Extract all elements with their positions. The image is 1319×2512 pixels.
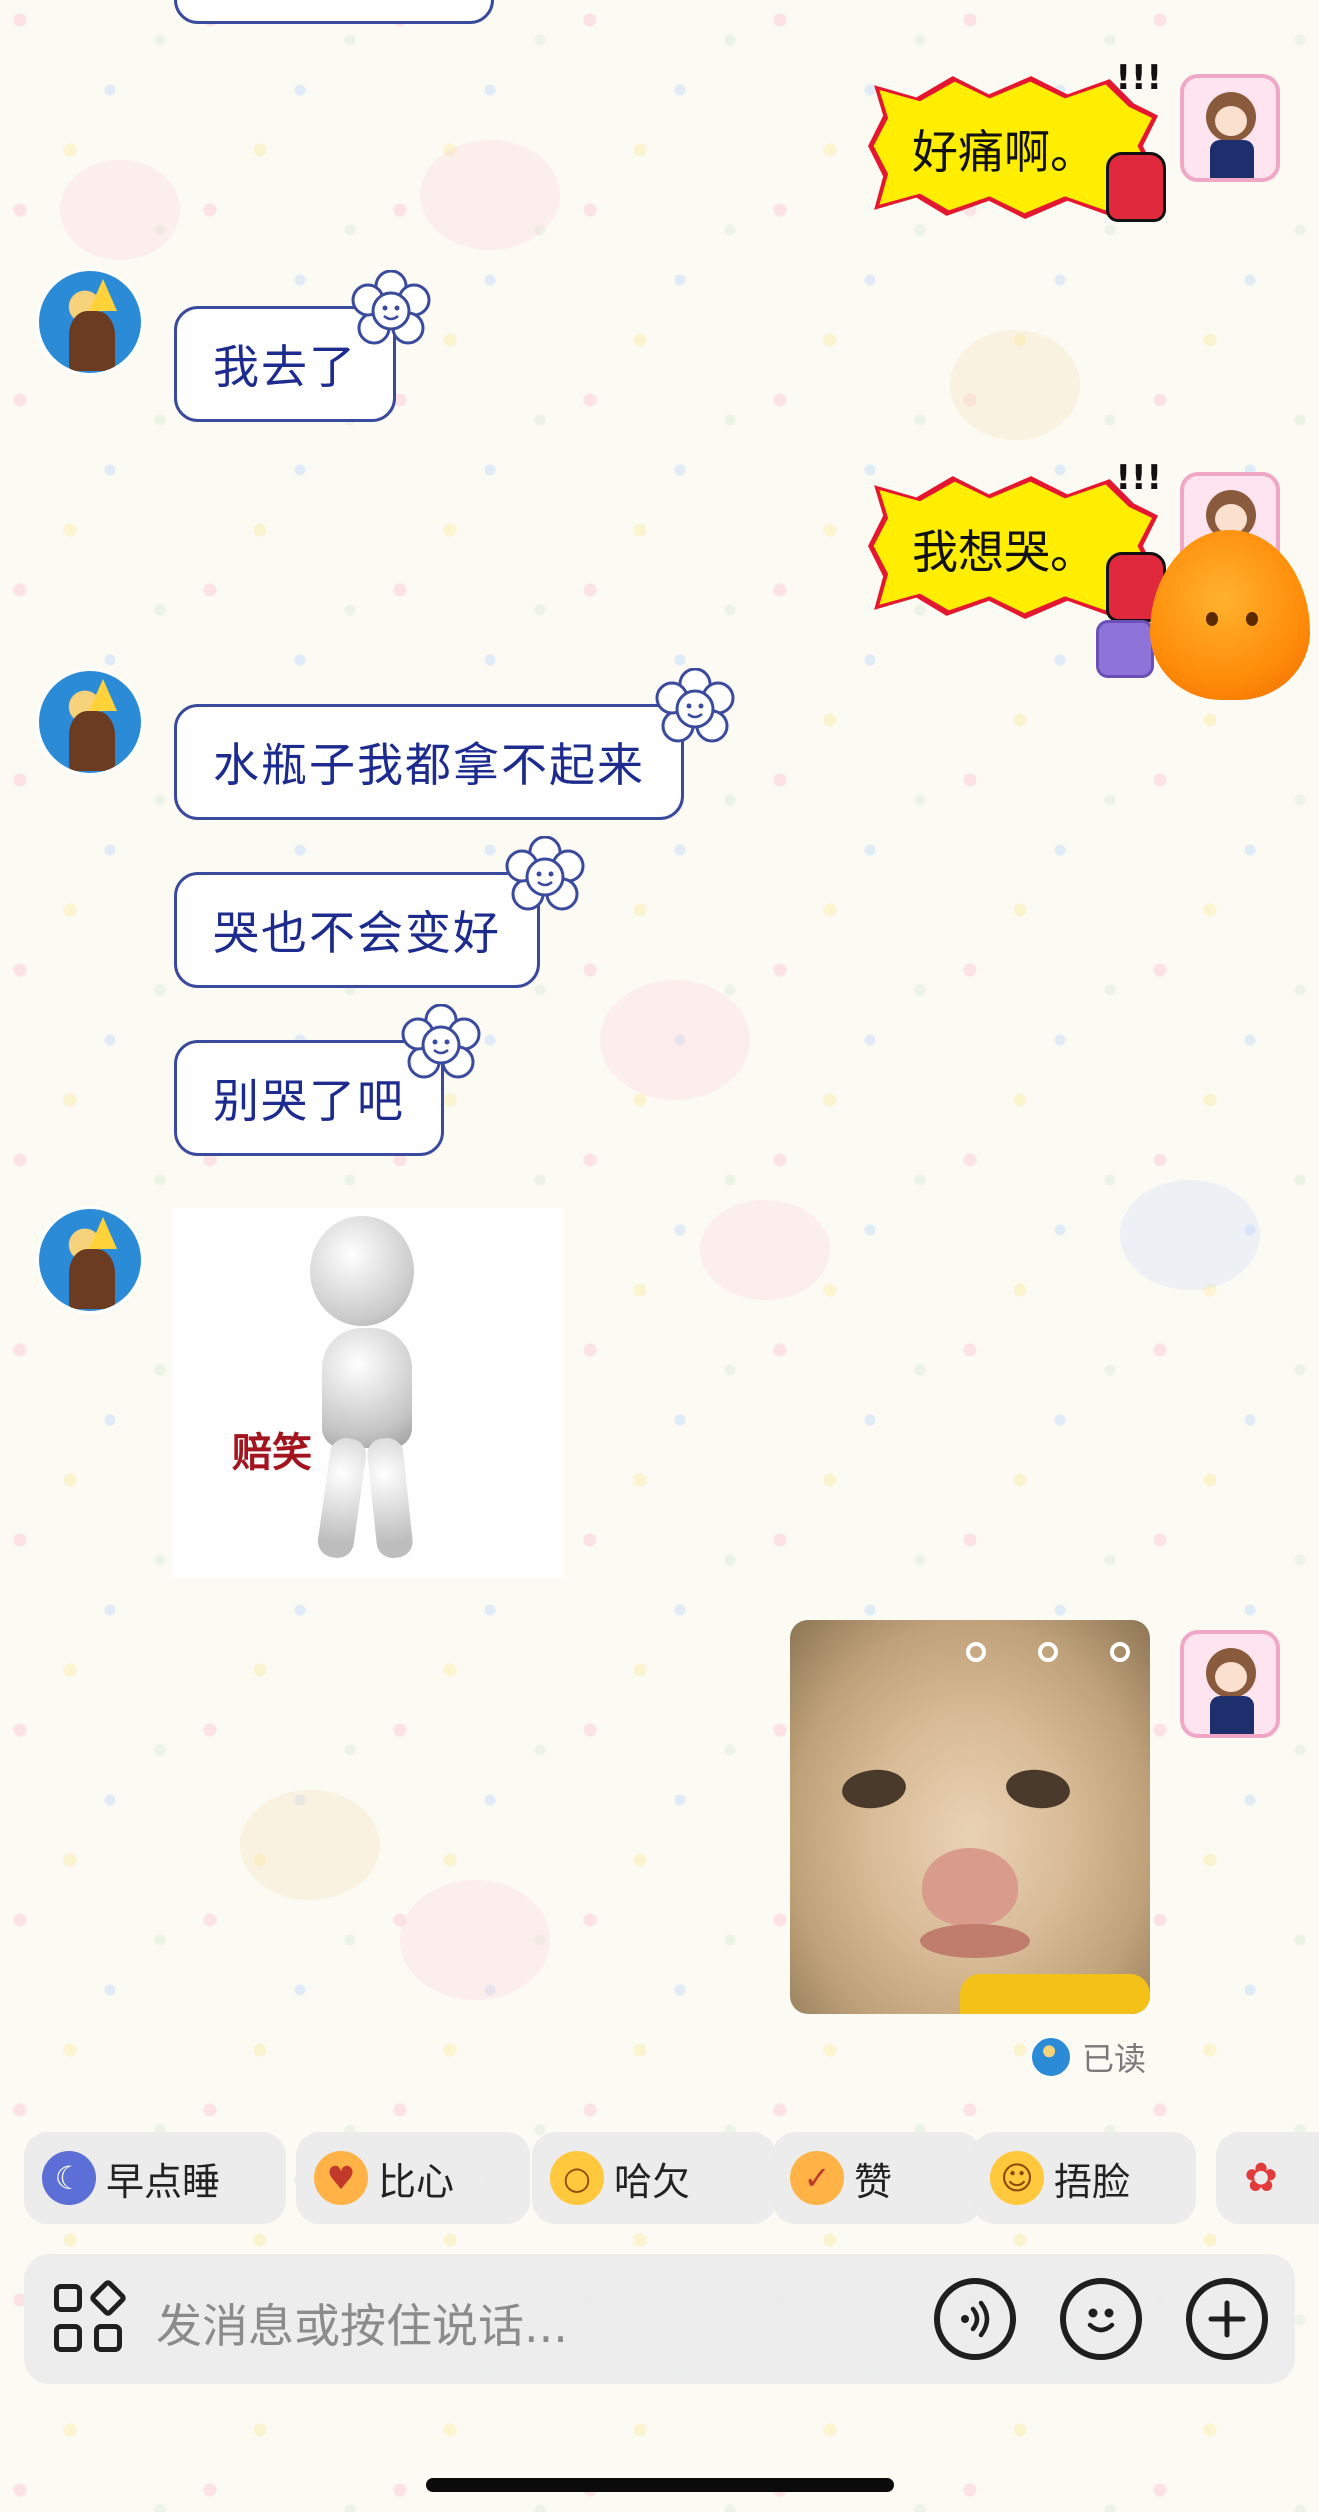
purple-cube-icon bbox=[1096, 620, 1154, 678]
background-pattern bbox=[60, 160, 180, 260]
smiley-flower-icon bbox=[351, 270, 431, 345]
home-indicator[interactable] bbox=[426, 2478, 894, 2492]
previous-bubble bbox=[174, 0, 494, 24]
smile-figure-sticker[interactable]: 赔笑 bbox=[172, 1208, 564, 1578]
quick-reply-chip[interactable]: ☾ 早点睡 bbox=[24, 2132, 286, 2224]
read-status-text: 已读 bbox=[1082, 2040, 1147, 2078]
quick-reply-chip[interactable]: ✓ 赞 bbox=[772, 2132, 982, 2224]
message-text: 哭也不会变好 bbox=[213, 906, 501, 960]
smiley-flower-icon bbox=[655, 668, 735, 743]
background-pattern bbox=[400, 1880, 550, 2000]
background-pattern bbox=[600, 980, 750, 1100]
heart-hands-emoji-icon: ♥ bbox=[314, 2151, 368, 2205]
message-text: 我想哭。 bbox=[912, 525, 1096, 579]
exclamation-icon: !!! bbox=[1115, 458, 1162, 498]
quick-reply-chip[interactable]: ○ 哈欠 bbox=[532, 2132, 776, 2224]
thumbs-up-icon bbox=[1106, 152, 1166, 222]
voice-wave-icon bbox=[961, 2300, 990, 2338]
read-receipt: 已读 bbox=[1030, 2034, 1146, 2080]
smiley-flower-icon bbox=[505, 836, 585, 911]
more-options-icon[interactable] bbox=[966, 1642, 1130, 1662]
background-pattern bbox=[240, 1790, 380, 1900]
facepalm-emoji-icon: ☺ bbox=[990, 2151, 1044, 2205]
message-input-bar: 发消息或按住说话... bbox=[24, 2254, 1295, 2384]
my-avatar[interactable] bbox=[1180, 74, 1280, 182]
message-bubble-received[interactable]: 哭也不会变好 bbox=[174, 872, 540, 988]
sticker-caption: 赔笑 bbox=[232, 1430, 312, 1476]
message-text: 好痛啊。 bbox=[912, 125, 1096, 179]
exclamation-icon: !!! bbox=[1115, 58, 1162, 98]
contact-avatar[interactable] bbox=[36, 1206, 144, 1314]
voice-button[interactable] bbox=[934, 2278, 1016, 2360]
smiley-flower-icon bbox=[401, 1004, 481, 1079]
quick-reply-bar: ☾ 早点睡 ♥ 比心 ○ 哈欠 ✓ 赞 ☺ 捂脸 ✿ bbox=[24, 2132, 1319, 2224]
background-pattern bbox=[1120, 1180, 1260, 1290]
background-pattern bbox=[950, 330, 1080, 440]
message-bubble-received[interactable]: 水瓶子我都拿不起来 bbox=[174, 704, 684, 820]
contact-avatar[interactable] bbox=[36, 268, 144, 376]
emoji-button[interactable] bbox=[1060, 2278, 1142, 2360]
thumbs-up-emoji-icon: ✓ bbox=[790, 2151, 844, 2205]
message-text: 别哭了吧 bbox=[213, 1074, 405, 1128]
quick-reply-chip[interactable]: ☺ 捂脸 bbox=[972, 2132, 1196, 2224]
background-pattern bbox=[420, 140, 560, 250]
read-avatar-icon bbox=[1030, 2036, 1072, 2078]
message-text: 我去了 bbox=[213, 340, 357, 394]
plus-icon bbox=[1208, 2300, 1246, 2338]
floating-mascot[interactable] bbox=[1096, 520, 1314, 710]
message-text: 水瓶子我都拿不起来 bbox=[213, 738, 645, 792]
moon-emoji-icon: ☾ bbox=[42, 2151, 96, 2205]
contact-avatar[interactable] bbox=[36, 668, 144, 776]
message-bubble-sent[interactable]: 好痛啊。 !!! bbox=[862, 58, 1166, 222]
quick-reply-chip[interactable]: ♥ 比心 bbox=[296, 2132, 530, 2224]
cat-photo-sticker[interactable] bbox=[790, 1620, 1150, 2014]
smiley-face-icon bbox=[1087, 2308, 1115, 2333]
apps-grid-icon[interactable] bbox=[54, 2278, 128, 2356]
background-pattern bbox=[700, 1200, 830, 1300]
yawn-emoji-icon: ○ bbox=[550, 2151, 604, 2205]
message-input[interactable]: 发消息或按住说话... bbox=[156, 2290, 568, 2356]
quick-reply-chip[interactable]: ✿ bbox=[1216, 2132, 1319, 2224]
my-avatar[interactable] bbox=[1180, 1630, 1280, 1738]
rose-emoji-icon: ✿ bbox=[1244, 2155, 1278, 2201]
add-button[interactable] bbox=[1186, 2278, 1268, 2360]
